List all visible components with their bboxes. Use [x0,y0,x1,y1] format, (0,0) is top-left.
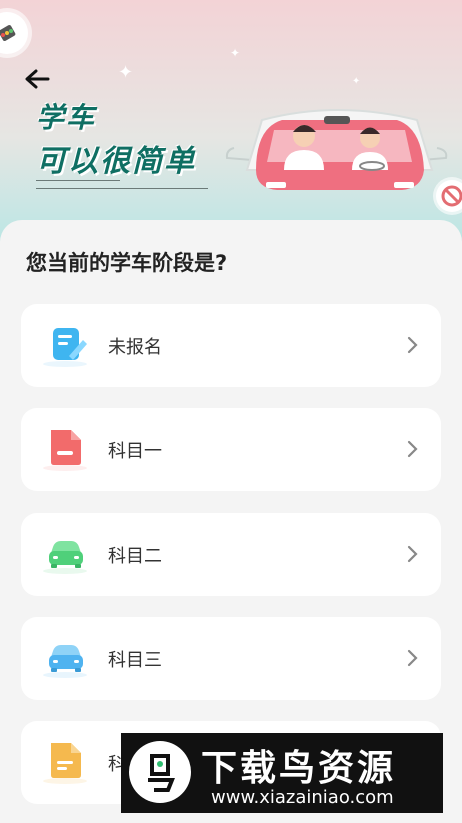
car-icon [43,531,89,577]
arrow-left-icon [25,69,50,89]
bird-logo-icon [129,741,191,803]
decor-line [36,180,120,181]
back-button[interactable] [22,64,52,94]
header-banner: ✦ ✦ ✦ 学车 可以很简单 [0,0,462,250]
chevron-right-icon [407,440,418,458]
chevron-right-icon [407,649,418,667]
stage-option-subject-2[interactable]: 科目二 [21,513,441,596]
sparkle-icon: ✦ [352,76,361,87]
sparkle-icon: ✦ [230,46,241,60]
stage-label: 科目三 [108,650,162,671]
question-title: 您当前的学车阶段是? [26,251,228,275]
stage-label: 科目二 [108,546,162,567]
stage-label: 科目一 [108,441,162,462]
no-entry-sign-icon [436,180,462,212]
decor-line [36,188,208,189]
slogan-line-2: 可以很简单 [36,144,196,179]
stage-option-subject-3[interactable]: 科目三 [21,617,441,700]
stage-option-not-registered[interactable]: 未报名 [21,304,441,387]
document-icon [43,426,89,472]
stage-label: 未报名 [108,337,162,358]
slogan-line-1: 学车 [36,101,97,134]
sparkle-icon: ✦ [118,62,134,83]
traffic-light-icon [0,12,28,54]
watermark-url: www.xiazainiao.com [211,787,394,808]
car-icon [43,635,89,681]
watermark-title: 下载鸟资源 [201,748,397,789]
signup-form-icon [43,322,89,368]
document-icon [43,739,89,785]
stage-option-subject-1[interactable]: 科目一 [21,408,441,491]
car-illustration [222,100,452,205]
watermark-banner: 下载鸟资源 www.xiazainiao.com [121,733,443,813]
chevron-right-icon [407,545,418,563]
chevron-right-icon [407,336,418,354]
